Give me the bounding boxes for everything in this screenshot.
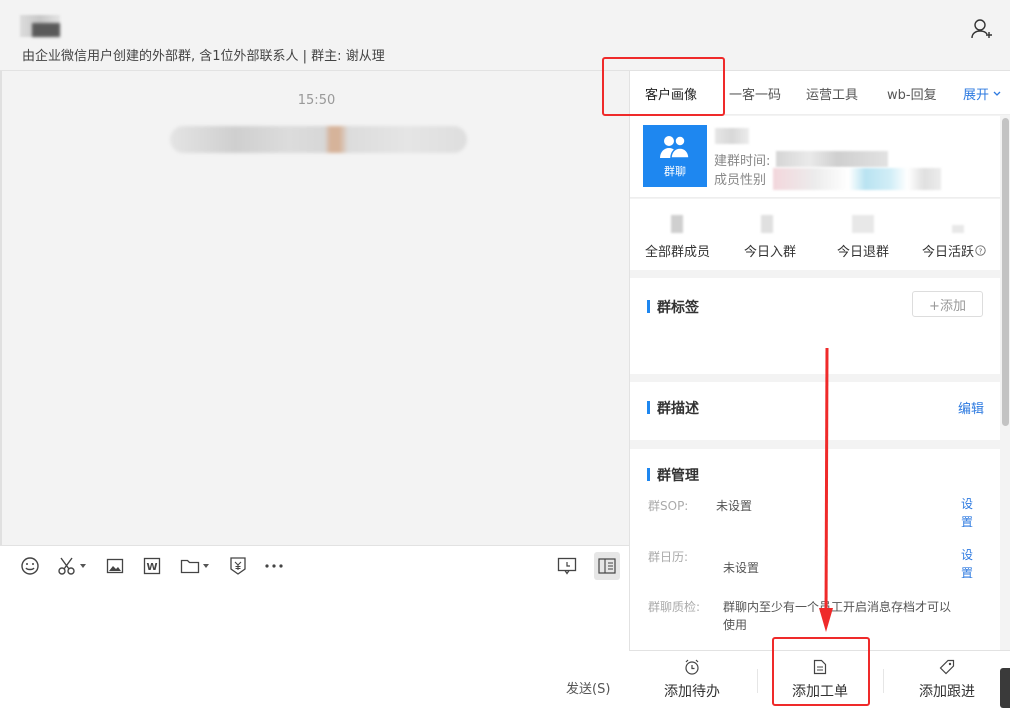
group-name-blurred [715, 128, 749, 144]
group-subtitle: 由企业微信用户创建的外部群, 含1位外部联系人 | 群主: 谢从理 [22, 49, 385, 64]
alarm-clock-icon [685, 659, 699, 675]
tag-icon [939, 659, 955, 675]
expand-label: 展开 [963, 88, 990, 103]
emoji-icon[interactable] [20, 554, 40, 578]
stat-joined-today[interactable]: 今日入群 [744, 241, 796, 260]
group-management-title: 群管理 [647, 465, 699, 485]
edit-description-link[interactable]: 编辑 [958, 398, 984, 417]
add-followup-label: 添加跟进 [919, 684, 975, 700]
stat-left-today[interactable]: 今日退群 [837, 241, 889, 260]
group-title-blurred [20, 15, 60, 37]
stat-value-blurred [761, 215, 773, 233]
group-calendar-label: 群日历: [648, 550, 689, 564]
message-input[interactable] [0, 585, 629, 708]
svg-text:?: ? [979, 247, 983, 255]
add-ticket-label: 添加工单 [792, 684, 848, 700]
created-time-blurred [776, 151, 888, 167]
divider [757, 669, 758, 693]
group-stats-card: 全部群成员 今日入群 今日退群 今日活跃 ? [630, 199, 1000, 270]
folder-icon[interactable] [180, 554, 209, 578]
message-area[interactable]: 15:50 [0, 71, 629, 545]
chevron-down-icon [993, 91, 1001, 96]
add-ticket-button[interactable]: 添加工单 [775, 651, 865, 708]
stat-active-today[interactable]: 今日活跃 ? [922, 241, 986, 260]
svg-text:W: W [146, 562, 157, 573]
group-avatar: 群聊 [643, 125, 707, 187]
stat-all-members[interactable]: 全部群成员 [645, 241, 710, 260]
add-tag-button[interactable]: +添加 [912, 291, 983, 317]
member-gender-label: 成员性别 [714, 173, 767, 188]
group-users-icon [660, 134, 690, 159]
member-gender-blurred [773, 168, 941, 190]
group-qc-label: 群聊质检: [648, 600, 701, 614]
word-document-icon[interactable]: W [143, 554, 161, 578]
input-toolbar: W [0, 545, 629, 585]
chat-header: 由企业微信用户创建的外部群, 含1位外部联系人 | 群主: 谢从理 [0, 0, 1010, 71]
side-widget[interactable] [1000, 668, 1010, 708]
group-tags-section: 群标签 +添加 [630, 278, 1000, 374]
tab-customer-profile[interactable]: 客户画像 [645, 84, 697, 103]
stat-value-blurred [671, 215, 683, 233]
group-tags-title: 群标签 [647, 297, 699, 317]
add-todo-label: 添加待办 [664, 684, 720, 700]
group-avatar-label: 群聊 [664, 164, 686, 178]
add-followup-button[interactable]: 添加跟进 [902, 651, 992, 708]
tab-operation-tools[interactable]: 运营工具 [806, 84, 858, 103]
stat-value-blurred [952, 225, 964, 233]
group-sop-set-link[interactable]: 设置 [961, 495, 974, 531]
add-todo-button[interactable]: 添加待办 [647, 651, 737, 708]
group-calendar-set-link[interactable]: 设置 [961, 546, 974, 582]
screenshot-scissors-icon[interactable] [57, 554, 86, 578]
tab-one-customer-one-code[interactable]: 一客一码 [729, 84, 781, 103]
group-description-section: 群描述 编辑 [630, 382, 1000, 440]
help-icon[interactable]: ? [975, 245, 986, 256]
panel-scrollbar[interactable] [1002, 118, 1009, 426]
sidebar-toggle-icon[interactable] [594, 552, 620, 580]
group-sop-value: 未设置 [716, 499, 753, 513]
more-icon[interactable] [264, 554, 284, 578]
message-timestamp: 15:50 [297, 93, 336, 108]
tab-wb-reply[interactable]: wb-回复 [887, 84, 937, 103]
divider [883, 669, 884, 693]
group-description-title: 群描述 [647, 398, 699, 418]
document-icon [813, 659, 827, 675]
panel-tabs: 客户画像 一客一码 运营工具 wb-回复 展开 [630, 71, 1010, 115]
group-management-section: 群管理 群SOP: 未设置 设置 群日历: 未设置 设置 群聊质检: 群聊内至少… [630, 449, 1000, 651]
send-button[interactable]: 发送(S) [566, 678, 610, 697]
feedback-icon[interactable] [557, 554, 577, 578]
group-qc-value: 群聊内至少有一个员工开启消息存档才可以使用 [723, 600, 952, 632]
group-sop-label: 群SOP: [648, 499, 689, 513]
red-packet-icon[interactable] [229, 554, 247, 578]
created-time-label: 建群时间: [714, 154, 771, 169]
group-info-card: 群聊 建群时间: 成员性别 [630, 116, 1000, 198]
system-message-blurred [170, 126, 467, 153]
tab-expand[interactable]: 展开 [963, 84, 1001, 103]
customer-panel: 客户画像 一客一码 运营工具 wb-回复 展开 群聊 建群时间: 成员性别 全部… [629, 71, 1010, 708]
group-calendar-value: 未设置 [723, 561, 760, 575]
bottom-action-bar: 添加待办 添加工单 添加跟进 [629, 650, 1010, 708]
add-member-icon[interactable] [970, 17, 994, 41]
stat-value-blurred [852, 215, 874, 233]
image-icon[interactable] [106, 554, 124, 578]
stat-active-label: 今日活跃 [922, 245, 975, 260]
